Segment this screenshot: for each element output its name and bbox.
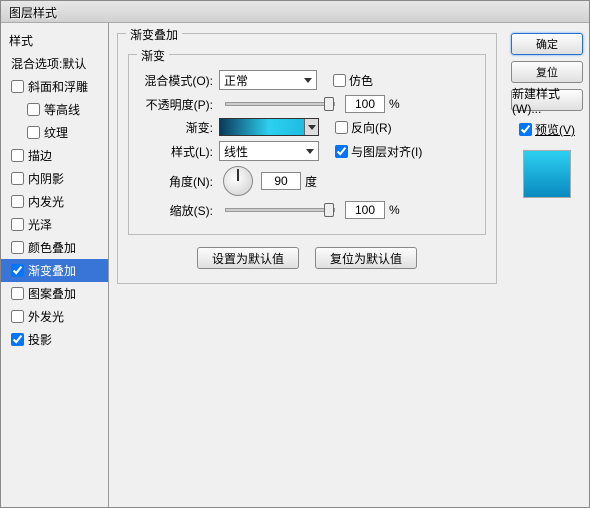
style-item-label: 光泽: [28, 216, 52, 233]
styles-list-panel: 样式 混合选项:默认 斜面和浮雕等高线纹理描边内阴影内发光光泽颜色叠加渐变叠加图…: [1, 23, 109, 507]
opacity-slider[interactable]: [225, 102, 335, 106]
style-dropdown[interactable]: 线性: [219, 141, 319, 161]
scale-slider[interactable]: [225, 208, 335, 212]
styles-header: 样式: [1, 29, 108, 52]
opacity-label: 不透明度(P):: [137, 96, 215, 113]
scale-input[interactable]: 100: [345, 201, 385, 219]
angle-unit: 度: [305, 173, 317, 190]
gradient-overlay-group: 渐变叠加 渐变 混合模式(O): 正常 仿色 不透明度(P):: [117, 33, 497, 284]
new-style-button[interactable]: 新建样式(W)...: [511, 89, 583, 111]
style-item-label: 外发光: [28, 308, 64, 325]
ok-button[interactable]: 确定: [511, 33, 583, 55]
group-title: 渐变叠加: [126, 26, 182, 43]
blending-options-default[interactable]: 混合选项:默认: [1, 52, 108, 75]
gradient-picker[interactable]: [219, 118, 319, 136]
angle-input[interactable]: 90: [261, 172, 301, 190]
preview-swatch: [523, 150, 571, 198]
style-item-10[interactable]: 外发光: [1, 305, 108, 328]
style-item-checkbox[interactable]: [27, 126, 40, 139]
style-item-checkbox[interactable]: [11, 149, 24, 162]
opacity-input[interactable]: 100: [345, 95, 385, 113]
opacity-unit: %: [389, 97, 400, 111]
style-item-11[interactable]: 投影: [1, 328, 108, 351]
dialog-content: 样式 混合选项:默认 斜面和浮雕等高线纹理描边内阴影内发光光泽颜色叠加渐变叠加图…: [1, 23, 589, 507]
dither-checkbox[interactable]: 仿色: [333, 72, 373, 89]
style-item-8[interactable]: 渐变叠加: [1, 259, 108, 282]
style-item-9[interactable]: 图案叠加: [1, 282, 108, 305]
style-item-checkbox[interactable]: [11, 172, 24, 185]
angle-label: 角度(N):: [137, 173, 215, 190]
style-item-label: 描边: [28, 147, 52, 164]
window-title: 图层样式: [1, 1, 589, 23]
style-item-5[interactable]: 内发光: [1, 190, 108, 213]
style-item-checkbox[interactable]: [11, 264, 24, 277]
style-item-label: 等高线: [44, 101, 80, 118]
style-item-label: 斜面和浮雕: [28, 78, 88, 95]
chevron-down-icon: [306, 149, 314, 154]
style-item-label: 纹理: [44, 124, 68, 141]
style-item-label: 图案叠加: [28, 285, 76, 302]
style-item-2[interactable]: 纹理: [1, 121, 108, 144]
style-item-label: 投影: [28, 331, 52, 348]
style-item-label: 内发光: [28, 193, 64, 210]
style-item-1[interactable]: 等高线: [1, 98, 108, 121]
style-item-checkbox[interactable]: [27, 103, 40, 116]
style-item-checkbox[interactable]: [11, 241, 24, 254]
style-item-4[interactable]: 内阴影: [1, 167, 108, 190]
chevron-down-icon[interactable]: [304, 119, 318, 135]
style-item-label: 颜色叠加: [28, 239, 76, 256]
subgroup-title: 渐变: [137, 47, 169, 64]
style-label: 样式(L):: [137, 143, 215, 160]
style-item-checkbox[interactable]: [11, 218, 24, 231]
action-panel: 确定 复位 新建样式(W)... 预览(V): [505, 23, 589, 507]
scale-label: 缩放(S):: [137, 202, 215, 219]
style-item-label: 内阴影: [28, 170, 64, 187]
align-checkbox[interactable]: 与图层对齐(I): [335, 143, 422, 160]
style-item-checkbox[interactable]: [11, 195, 24, 208]
scale-unit: %: [389, 203, 400, 217]
preview-checkbox[interactable]: 预览(V): [511, 121, 583, 138]
layer-style-dialog: 图层样式 样式 混合选项:默认 斜面和浮雕等高线纹理描边内阴影内发光光泽颜色叠加…: [0, 0, 590, 508]
reset-default-button[interactable]: 复位为默认值: [315, 247, 417, 269]
settings-panel: 渐变叠加 渐变 混合模式(O): 正常 仿色 不透明度(P):: [109, 23, 505, 507]
style-item-checkbox[interactable]: [11, 310, 24, 323]
angle-knob[interactable]: [223, 166, 253, 196]
gradient-subgroup: 渐变 混合模式(O): 正常 仿色 不透明度(P): 100 %: [128, 54, 486, 235]
gradient-label: 渐变:: [137, 119, 215, 136]
style-item-label: 渐变叠加: [28, 262, 76, 279]
reset-button[interactable]: 复位: [511, 61, 583, 83]
make-default-button[interactable]: 设置为默认值: [197, 247, 299, 269]
style-item-7[interactable]: 颜色叠加: [1, 236, 108, 259]
style-item-checkbox[interactable]: [11, 287, 24, 300]
style-item-3[interactable]: 描边: [1, 144, 108, 167]
style-item-checkbox[interactable]: [11, 333, 24, 346]
style-item-0[interactable]: 斜面和浮雕: [1, 75, 108, 98]
reverse-checkbox[interactable]: 反向(R): [335, 119, 392, 136]
style-item-6[interactable]: 光泽: [1, 213, 108, 236]
style-item-checkbox[interactable]: [11, 80, 24, 93]
blend-mode-dropdown[interactable]: 正常: [219, 70, 317, 90]
blend-mode-label: 混合模式(O):: [137, 72, 215, 89]
chevron-down-icon: [304, 78, 312, 83]
